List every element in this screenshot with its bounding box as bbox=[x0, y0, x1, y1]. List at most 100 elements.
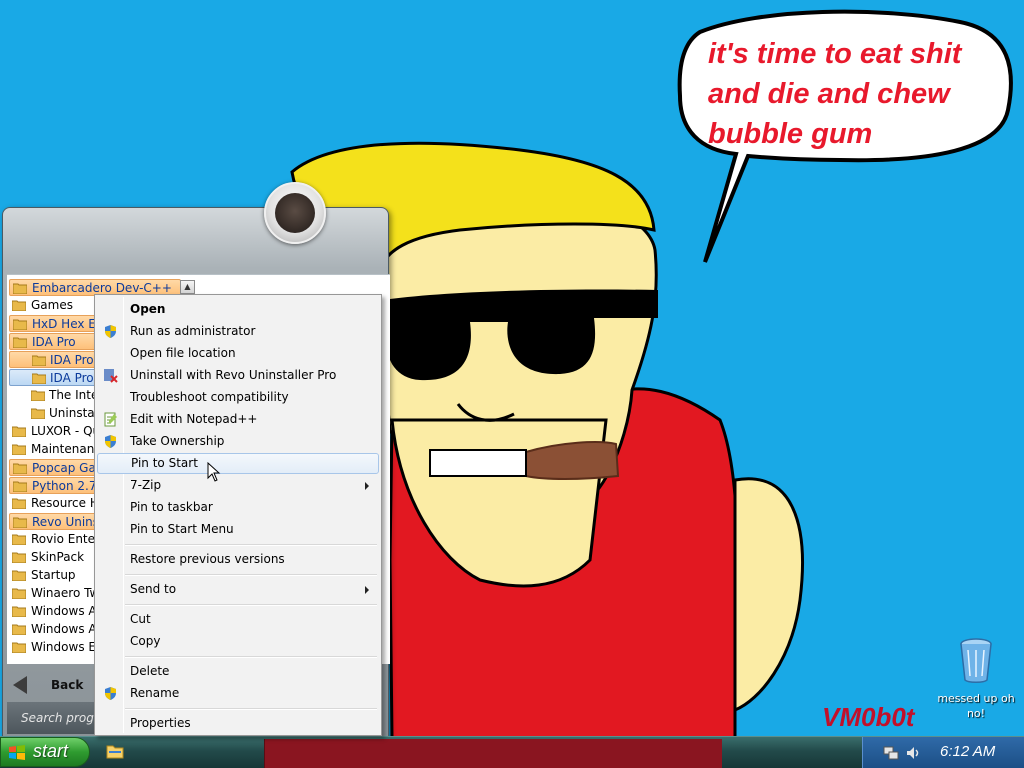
folder-icon bbox=[12, 426, 26, 437]
context-menu-item-label: Pin to Start bbox=[131, 456, 198, 470]
context-menu-item[interactable]: Delete bbox=[97, 661, 379, 682]
taskbar-clock[interactable]: 6:12 AM bbox=[940, 743, 995, 760]
folder-icon bbox=[13, 517, 27, 528]
scroll-up-button[interactable]: ▲ bbox=[180, 280, 195, 294]
program-item[interactable]: Uninstall bbox=[9, 405, 99, 422]
program-item[interactable]: IDA Pro bbox=[9, 351, 99, 368]
program-item[interactable]: Windows Administrative Tools bbox=[9, 621, 99, 638]
volume-icon[interactable] bbox=[905, 745, 921, 761]
program-item[interactable]: Python 2.7 bbox=[9, 477, 99, 494]
context-menu-item-label: Rename bbox=[130, 686, 180, 700]
context-menu-item[interactable]: Take Ownership bbox=[97, 431, 379, 452]
context-menu-item-label: 7-Zip bbox=[130, 478, 162, 492]
program-item-label: Winaero Tweaker bbox=[31, 586, 99, 600]
program-item-label: Popcap Games bbox=[32, 461, 98, 475]
context-menu-item-label: Properties bbox=[130, 716, 191, 730]
context-menu-item-label: Run as administrator bbox=[130, 324, 256, 338]
context-menu-item[interactable]: Pin to Start bbox=[97, 453, 379, 474]
program-item-label: Maintenance bbox=[31, 442, 99, 456]
desktop-icon-recycle-bin[interactable]: messed up oh no! bbox=[936, 636, 1016, 721]
program-item-label: HxD Hex Editor bbox=[32, 317, 98, 331]
folder-icon bbox=[12, 300, 26, 311]
speech-bubble-text: it's time to eat shit and die and chew b… bbox=[708, 34, 998, 154]
program-item[interactable]: Resource Hacker bbox=[9, 495, 99, 512]
program-item[interactable]: Startup bbox=[9, 567, 99, 584]
program-item[interactable]: Maintenance bbox=[9, 441, 99, 458]
shield-icon bbox=[105, 687, 116, 700]
network-icon[interactable] bbox=[883, 745, 899, 761]
context-menu-item[interactable]: Edit with Notepad++ bbox=[97, 409, 379, 430]
context-menu-item-label: Pin to taskbar bbox=[130, 500, 213, 514]
program-item-label: Games bbox=[31, 298, 73, 312]
program-item[interactable]: Rovio Entertainment bbox=[9, 531, 99, 548]
context-menu-item[interactable]: Uninstall with Revo Uninstaller Pro bbox=[97, 365, 379, 386]
context-menu-item[interactable]: Restore previous versions bbox=[97, 549, 379, 570]
context-menu-separator bbox=[125, 604, 377, 606]
context-menu-item[interactable]: 7-Zip bbox=[97, 475, 379, 496]
user-avatar[interactable] bbox=[264, 182, 326, 244]
program-item-label: IDA Pro bbox=[50, 353, 94, 367]
label-line: messed up oh bbox=[937, 692, 1015, 705]
program-item-label: LUXOR - Quest bbox=[31, 424, 99, 438]
shortcut-icon bbox=[32, 373, 46, 384]
context-menu-item[interactable]: Rename bbox=[97, 683, 379, 704]
submenu-arrow-icon bbox=[365, 482, 369, 490]
back-button[interactable]: Back bbox=[7, 664, 100, 704]
context-menu-item[interactable]: Pin to Start Menu bbox=[97, 519, 379, 540]
folder-icon bbox=[12, 552, 26, 563]
context-menu-item[interactable]: Copy bbox=[97, 631, 379, 652]
context-menu-item[interactable]: Cut bbox=[97, 609, 379, 630]
folder-icon bbox=[13, 337, 27, 348]
program-item-label: SkinPack bbox=[31, 550, 85, 564]
folder-icon bbox=[12, 606, 26, 617]
context-menu-item[interactable]: Send to bbox=[97, 579, 379, 600]
context-menu-item-label: Take Ownership bbox=[130, 434, 225, 448]
folder-icon bbox=[12, 642, 26, 653]
start-label: start bbox=[33, 741, 69, 761]
program-item[interactable]: The Interactive Disassembler bbox=[9, 387, 99, 404]
context-menu-item[interactable]: Open bbox=[97, 299, 379, 320]
speech-line: and die and chew bbox=[708, 78, 950, 110]
context-menu-separator bbox=[125, 544, 377, 546]
context-menu-item[interactable]: Troubleshoot compatibility bbox=[97, 387, 379, 408]
context-menu: Open Run as administrator Open file locati… bbox=[94, 294, 382, 736]
back-label: Back bbox=[51, 678, 84, 692]
context-menu-item[interactable]: Open file location bbox=[97, 343, 379, 364]
program-item-label: The Interactive Disassembler bbox=[49, 388, 99, 402]
context-menu-separator bbox=[125, 574, 377, 576]
search-input[interactable]: Search programs and files bbox=[7, 702, 100, 734]
notepad-plus-plus-icon bbox=[104, 412, 117, 427]
context-menu-item[interactable]: Run as administrator bbox=[97, 321, 379, 342]
program-item-label: IDA Pro bbox=[32, 335, 76, 349]
speech-line: it's time to eat shit bbox=[708, 38, 962, 70]
context-menu-item-label: Edit with Notepad++ bbox=[130, 412, 258, 426]
program-item-label: IDA Pro bbox=[50, 371, 94, 385]
program-item[interactable]: Popcap Games bbox=[9, 459, 99, 476]
shield-icon bbox=[105, 435, 116, 448]
windows-flag-icon bbox=[9, 745, 25, 760]
program-item[interactable]: SkinPack bbox=[9, 549, 99, 566]
start-button[interactable]: start bbox=[0, 737, 90, 767]
explorer-folder-icon[interactable] bbox=[106, 743, 124, 759]
context-menu-item-label: Troubleshoot compatibility bbox=[130, 390, 289, 404]
program-item[interactable]: IDA Pro bbox=[9, 333, 99, 350]
folder-icon bbox=[13, 463, 27, 474]
folder-icon bbox=[13, 481, 27, 492]
recycle-bin-icon bbox=[960, 638, 992, 683]
program-item[interactable]: LUXOR - Quest bbox=[9, 423, 99, 440]
program-item[interactable]: IDA Pro bbox=[9, 369, 99, 386]
program-item-label: Windows Administrative Tools bbox=[31, 622, 99, 636]
shield-icon bbox=[105, 325, 116, 338]
context-menu-item[interactable]: Properties bbox=[97, 713, 379, 734]
program-item[interactable]: Games bbox=[9, 297, 99, 314]
program-item[interactable]: Windows Accessories bbox=[9, 603, 99, 620]
context-menu-item[interactable]: Pin to taskbar bbox=[97, 497, 379, 518]
program-item[interactable]: Revo Uninstaller bbox=[9, 513, 99, 530]
program-item[interactable]: Winaero Tweaker bbox=[9, 585, 99, 602]
program-item-label: Python 2.7 bbox=[32, 479, 97, 493]
program-item-label: Resource Hacker bbox=[31, 496, 99, 510]
context-menu-item-label: Uninstall with Revo Uninstaller Pro bbox=[130, 368, 337, 382]
program-item[interactable]: HxD Hex Editor bbox=[9, 315, 99, 332]
program-item[interactable]: Windows Ease of Access bbox=[9, 639, 99, 656]
folder-icon bbox=[13, 319, 27, 330]
